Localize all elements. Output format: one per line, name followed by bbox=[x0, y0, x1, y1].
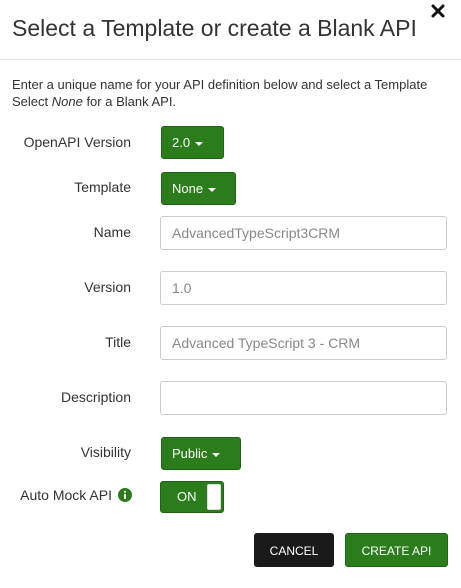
description-label: Description bbox=[60, 389, 131, 405]
version-label: Version bbox=[84, 279, 131, 295]
intro-prefix: Select bbox=[12, 94, 52, 109]
visibility-dropdown[interactable]: Public bbox=[161, 437, 241, 470]
openapi-version-dropdown[interactable]: 2.0 bbox=[161, 126, 224, 159]
intro-line-1: Enter a unique name for your API definit… bbox=[12, 77, 428, 92]
title-label: Title bbox=[105, 334, 131, 350]
auto-mock-label: Auto Mock API bbox=[20, 487, 112, 503]
openapi-version-value: 2.0 bbox=[172, 135, 191, 150]
close-icon[interactable] bbox=[429, 2, 447, 20]
intro-emphasis: None bbox=[51, 94, 83, 109]
visibility-value: Public bbox=[172, 446, 208, 461]
info-circle-icon[interactable] bbox=[118, 488, 132, 502]
template-label: Template bbox=[74, 179, 131, 195]
caret-down-icon bbox=[195, 141, 204, 146]
name-input[interactable] bbox=[160, 216, 447, 250]
auto-mock-toggle[interactable]: ON bbox=[160, 481, 224, 513]
dialog-header: Select a Template or create a Blank API bbox=[0, 0, 461, 60]
create-api-button[interactable]: CREATE API bbox=[345, 533, 448, 567]
auto-mock-state: ON bbox=[177, 489, 197, 504]
name-label: Name bbox=[93, 224, 131, 240]
caret-down-icon bbox=[208, 187, 217, 192]
title-input[interactable] bbox=[160, 326, 447, 360]
template-value: None bbox=[172, 181, 204, 196]
description-input[interactable] bbox=[160, 381, 447, 415]
toggle-knob bbox=[207, 484, 221, 510]
template-dropdown[interactable]: None bbox=[161, 172, 236, 205]
intro-line-2: Select None for a Blank API. bbox=[12, 93, 452, 110]
intro-text: Enter a unique name for your API definit… bbox=[12, 76, 452, 110]
caret-down-icon bbox=[212, 452, 221, 457]
intro-suffix: for a Blank API. bbox=[82, 94, 177, 109]
cancel-button[interactable]: CANCEL bbox=[254, 533, 334, 567]
dialog-title: Select a Template or create a Blank API bbox=[12, 15, 417, 41]
visibility-label: Visibility bbox=[80, 444, 131, 460]
version-input[interactable] bbox=[160, 271, 447, 305]
openapi-version-label: OpenAPI Version bbox=[23, 134, 131, 150]
